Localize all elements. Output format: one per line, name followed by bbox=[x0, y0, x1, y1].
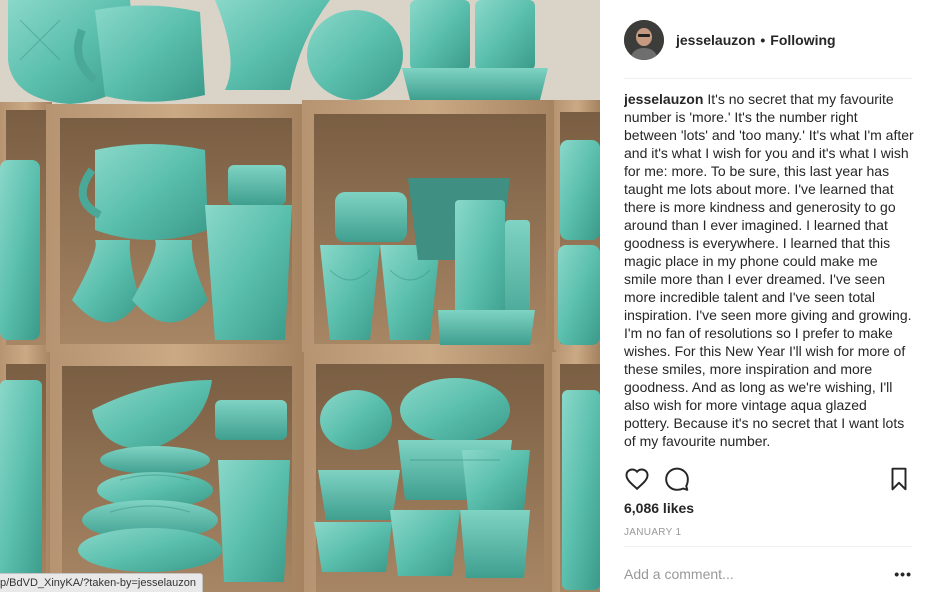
pottery-shelf-image bbox=[0, 0, 600, 592]
post-header: jesselauzon • Following bbox=[624, 20, 912, 60]
caption-text: It's no secret that my favourite number … bbox=[624, 91, 914, 449]
caption-username-link[interactable]: jesselauzon bbox=[624, 91, 703, 107]
caption: jesselauzon It's no secret that my favour… bbox=[624, 90, 914, 450]
avatar-photo bbox=[624, 20, 664, 60]
header-text: jesselauzon • Following bbox=[676, 32, 836, 48]
header-divider bbox=[624, 78, 912, 79]
likes-count[interactable]: 6,086 likes bbox=[624, 500, 694, 516]
comment-bubble-icon[interactable] bbox=[664, 466, 690, 492]
action-bar bbox=[624, 466, 912, 494]
separator-dot: • bbox=[760, 32, 766, 48]
heart-icon[interactable] bbox=[624, 466, 650, 492]
avatar[interactable] bbox=[624, 20, 664, 60]
caption-scroll-area[interactable]: jesselauzon It's no secret that my favour… bbox=[624, 90, 914, 456]
browser-status-url: p/BdVD_XinyKA/?taken-by=jesselauzon bbox=[0, 573, 203, 592]
post-photo[interactable]: p/BdVD_XinyKA/?taken-by=jesselauzon bbox=[0, 0, 600, 592]
bookmark-icon[interactable] bbox=[886, 466, 912, 492]
post-detail-panel: jesselauzon • Following jesselauzon It's … bbox=[600, 0, 936, 592]
comment-input[interactable] bbox=[624, 562, 874, 586]
username-link[interactable]: jesselauzon bbox=[676, 32, 755, 48]
following-button[interactable]: Following bbox=[770, 32, 835, 48]
ellipsis-icon[interactable]: ••• bbox=[894, 566, 912, 582]
comment-divider bbox=[624, 546, 912, 547]
post-date: JANUARY 1 bbox=[624, 527, 682, 538]
comment-row: ••• bbox=[624, 556, 912, 592]
